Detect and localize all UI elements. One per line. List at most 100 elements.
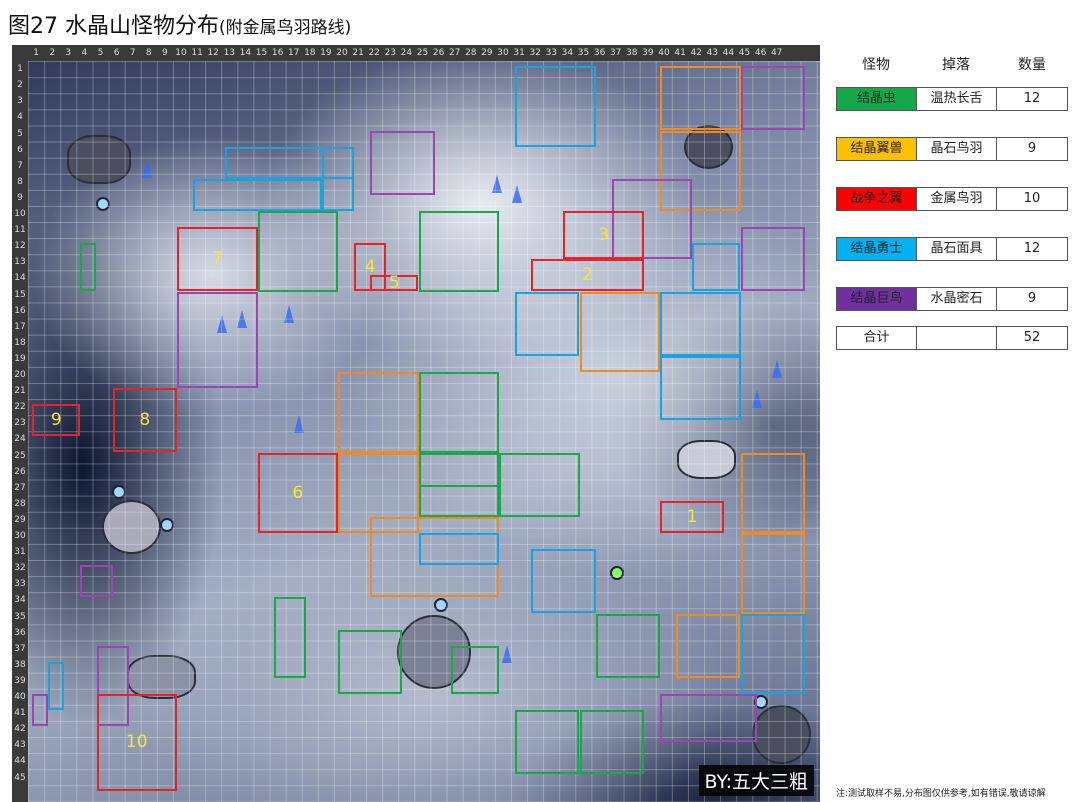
zone-orange <box>676 613 741 678</box>
zone-number-label: 1 <box>686 506 698 527</box>
zone-number-label: 4 <box>364 257 376 278</box>
legend-monster: 结晶巨鸟 <box>836 287 917 311</box>
zone-green <box>595 613 660 678</box>
column-label: 32 <box>529 48 541 58</box>
zone-number-label: 7 <box>211 249 223 270</box>
column-label: 29 <box>481 48 493 58</box>
column-label: 14 <box>239 48 252 58</box>
row-label: 41 <box>14 708 26 719</box>
row-label: 17 <box>14 321 26 332</box>
legend-count: 9 <box>996 137 1068 161</box>
column-label: 6 <box>113 48 120 58</box>
row-label: 35 <box>14 611 26 622</box>
row-label: 32 <box>14 563 26 574</box>
row-label: 29 <box>14 514 26 525</box>
zone-blue <box>515 291 580 356</box>
column-label: 9 <box>162 48 168 58</box>
row-label: 21 <box>14 386 26 397</box>
row-label: 3 <box>17 96 23 107</box>
legend-row: 结晶勇士 晶石面具 12 <box>836 237 1068 261</box>
row-label: 26 <box>14 466 26 477</box>
footnote: 注:测试取样不易,分布图仅供参考,如有错误,敬请谅解 <box>836 789 1046 799</box>
zone-purple <box>660 694 757 743</box>
zone-blue <box>660 291 741 356</box>
column-label: 28 <box>465 48 477 58</box>
row-label: 43 <box>14 740 26 751</box>
zone-number-label: 8 <box>139 410 151 431</box>
zone-blue <box>660 355 741 421</box>
row-label: 4 <box>17 112 23 123</box>
zone-purple <box>32 694 49 727</box>
column-label: 13 <box>223 48 236 58</box>
zone-orange <box>660 66 741 131</box>
zone-purple <box>177 291 258 389</box>
column-label: 35 <box>577 48 590 58</box>
legend-drop: 晶石鸟羽 <box>916 137 997 161</box>
row-label: 24 <box>14 434 26 445</box>
row-label: 15 <box>14 289 26 300</box>
legend-header-count: 数量 <box>1018 57 1046 73</box>
row-label: 22 <box>14 402 26 413</box>
legend-row: 结晶虫 温热长舌 12 <box>836 87 1068 111</box>
row-label: 14 <box>14 273 26 284</box>
column-label: 21 <box>352 48 364 58</box>
column-label: 17 <box>287 48 300 58</box>
column-label: 19 <box>320 48 332 58</box>
row-label: 9 <box>17 192 23 203</box>
zone-orange <box>338 372 419 453</box>
column-label: 16 <box>271 48 284 58</box>
zone-green <box>418 484 499 517</box>
column-label: 1 <box>33 48 39 58</box>
row-label: 2 <box>17 80 23 91</box>
zone-number-label: 9 <box>50 410 62 431</box>
column-label: 46 <box>754 48 767 58</box>
legend-header-drop: 掉落 <box>942 57 970 73</box>
row-label: 18 <box>14 337 26 348</box>
row-label: 34 <box>14 595 26 606</box>
row-label: 8 <box>17 176 23 187</box>
zone-green <box>450 645 499 694</box>
column-label: 27 <box>448 48 461 58</box>
zone-number-label: 5 <box>388 273 400 294</box>
column-label: 15 <box>255 48 268 58</box>
legend-drop: 金属鸟羽 <box>916 187 997 211</box>
legend-total-row: 合计 52 <box>836 326 1068 350</box>
column-label: 33 <box>545 48 558 58</box>
column-label: 26 <box>432 48 445 58</box>
column-label: 31 <box>513 48 525 58</box>
column-label: 3 <box>65 48 72 58</box>
column-label: 41 <box>674 48 686 58</box>
zone-blue <box>740 613 805 694</box>
zone-green <box>257 211 338 292</box>
zone-blue <box>193 178 322 211</box>
row-label: 30 <box>14 531 26 541</box>
row-label: 39 <box>14 675 26 686</box>
legend-count: 9 <box>996 287 1068 311</box>
zone-orange <box>740 452 805 533</box>
legend-count: 12 <box>996 87 1068 111</box>
legend-monster: 结晶勇士 <box>836 237 917 261</box>
column-label: 38 <box>626 48 638 58</box>
game-map: 0123456789101112131415161718192021222324… <box>12 45 820 802</box>
legend-count: 12 <box>996 237 1068 261</box>
row-label: 12 <box>14 241 26 252</box>
zone-number-label: 3 <box>598 225 610 246</box>
column-label: 12 <box>207 48 219 58</box>
row-label: 20 <box>14 370 26 380</box>
column-label: 34 <box>561 48 574 58</box>
column-label: 42 <box>690 48 702 58</box>
page-title: 图27 水晶山怪物分布(附金属鸟羽路线) <box>8 8 351 40</box>
zone-green <box>80 243 97 292</box>
zone-purple <box>740 66 805 131</box>
column-label: 44 <box>722 48 735 58</box>
column-label: 8 <box>145 48 152 58</box>
total-label: 合计 <box>836 326 917 350</box>
title-sub: (附金属鸟羽路线) <box>219 18 352 38</box>
row-label: 42 <box>14 724 26 735</box>
row-label: 25 <box>14 450 26 461</box>
row-label: 27 <box>14 482 26 493</box>
legend-row: 结晶巨鸟 水晶密石 9 <box>836 287 1068 311</box>
row-label: 5 <box>17 128 23 139</box>
row-label: 7 <box>17 160 23 171</box>
zone-blue <box>418 533 499 566</box>
